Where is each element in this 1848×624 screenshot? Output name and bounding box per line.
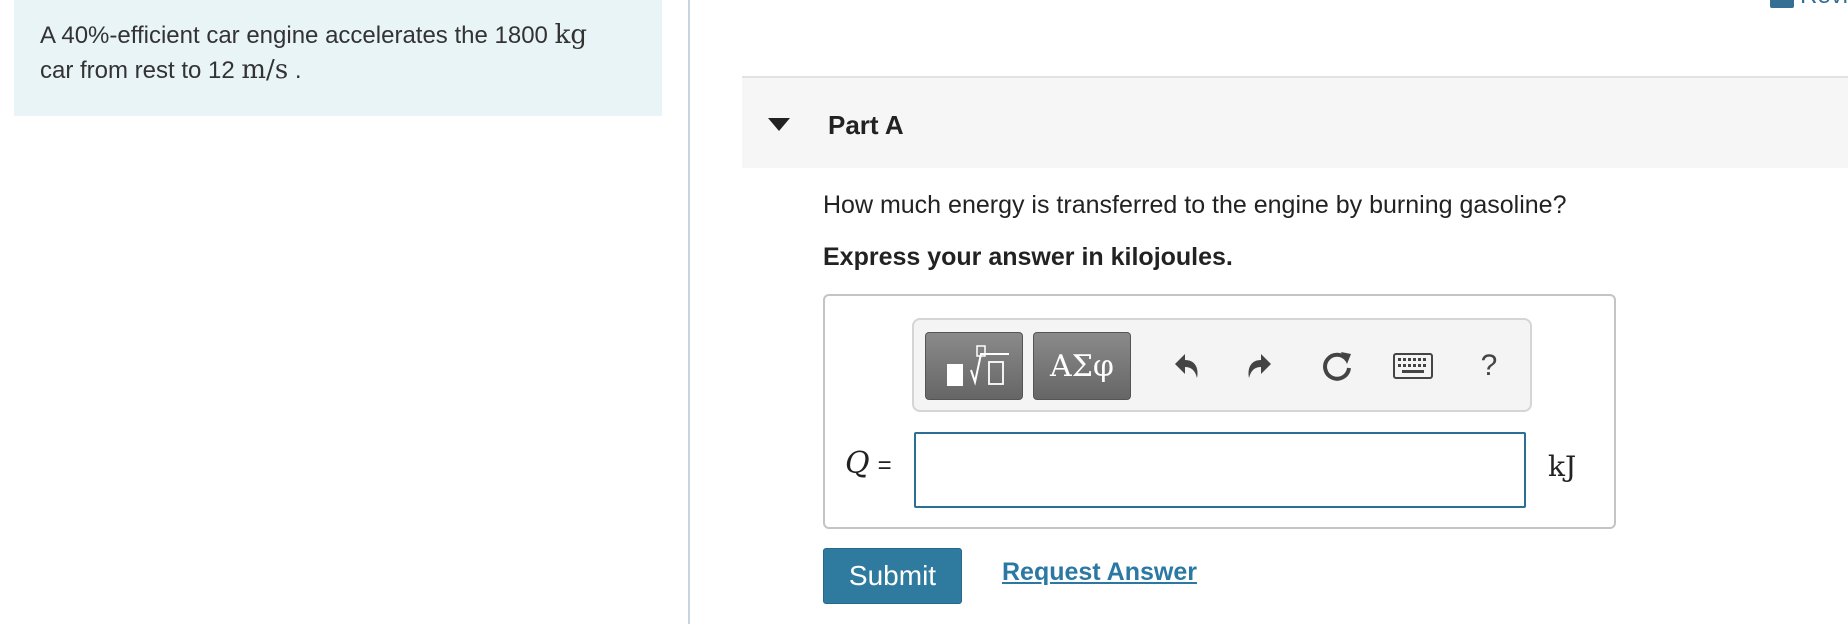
reset-icon[interactable] xyxy=(1314,338,1360,394)
book-icon xyxy=(1769,0,1794,8)
problem-text-2: car from rest to 12 xyxy=(40,57,242,84)
panel-divider xyxy=(688,0,690,624)
answer-box: ΑΣφ ? Q = kJ xyxy=(823,294,1616,529)
templates-icon xyxy=(947,345,1009,386)
keyboard-icon[interactable] xyxy=(1390,338,1436,394)
answer-input[interactable] xyxy=(914,432,1526,508)
undo-icon[interactable] xyxy=(1162,338,1208,394)
submit-button[interactable]: Submit xyxy=(823,548,962,604)
review-label: Revi xyxy=(1800,0,1848,10)
variable-symbol: Q xyxy=(845,446,870,481)
equals-sign: = xyxy=(877,452,892,479)
greek-symbols-button[interactable]: ΑΣφ xyxy=(1033,332,1131,400)
collapse-caret-icon[interactable] xyxy=(768,118,790,131)
part-title: Part A xyxy=(828,110,904,140)
variable-label: Q = xyxy=(845,446,892,481)
part-a-header[interactable]: Part A xyxy=(742,76,1848,168)
review-link[interactable]: Revi xyxy=(1769,0,1848,10)
problem-statement: A 40%-efficient car engine accelerates t… xyxy=(14,0,662,116)
problem-text-1: A 40%-efficient car engine accelerates t… xyxy=(40,22,555,49)
templates-button[interactable] xyxy=(925,332,1023,400)
problem-text-3: . xyxy=(288,57,302,84)
question-text: How much energy is transferred to the en… xyxy=(823,191,1567,219)
unit-label: kJ xyxy=(1548,450,1577,483)
request-answer-link[interactable]: Request Answer xyxy=(1002,558,1197,587)
instruction-text: Express your answer in kilojoules. xyxy=(823,243,1233,271)
math-toolbar: ΑΣφ ? xyxy=(912,318,1532,412)
speed-unit: m/s xyxy=(241,55,289,85)
help-button[interactable]: ? xyxy=(1466,338,1512,394)
redo-icon[interactable] xyxy=(1238,338,1284,394)
mass-unit: kg xyxy=(554,20,587,50)
